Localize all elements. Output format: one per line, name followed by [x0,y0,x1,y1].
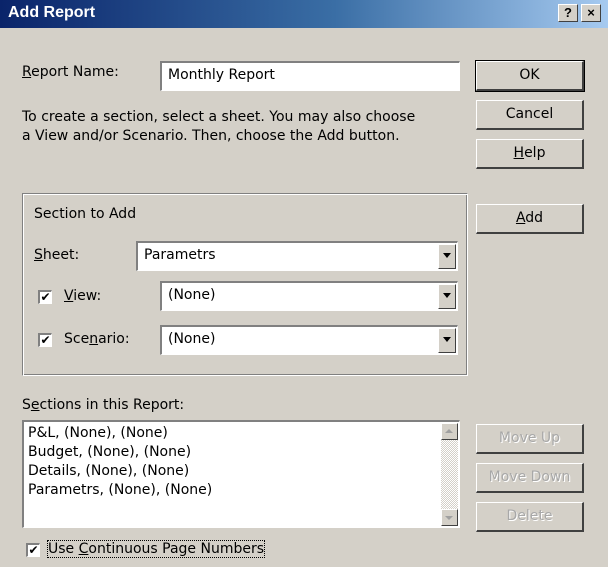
cancel-button[interactable]: Cancel [476,100,584,130]
list-item[interactable]: Details, (None), (None) [28,463,189,479]
add-button[interactable]: Add [476,204,584,234]
scenario-dropdown[interactable]: (None) [160,325,458,355]
window-title: Add Report [8,4,96,21]
sections-list-label: Sections in this Report: [22,397,185,413]
sheet-label: Sheet: [34,247,80,263]
move-down-button[interactable]: Move Down [476,463,584,493]
view-checkbox[interactable]: ✔ [38,290,52,304]
scenario-checkbox[interactable]: ✔ [38,333,52,347]
list-item[interactable]: P&L, (None), (None) [28,425,168,441]
help-title-button[interactable]: ? [558,4,578,22]
scenario-value: (None) [168,331,216,347]
report-name-input[interactable]: Monthly Report [160,61,460,91]
move-up-button[interactable]: Move Up [476,424,584,454]
view-dropdown[interactable]: (None) [160,281,458,311]
list-item[interactable]: Budget, (None), (None) [28,444,191,460]
report-name-label: Report Name: [22,64,119,80]
continuous-page-numbers-label[interactable]: Use Continuous Page Numbers [46,540,266,558]
chevron-down-icon[interactable] [438,284,456,309]
scroll-down-arrow-icon[interactable] [441,509,458,526]
sheet-value: Parametrs [144,247,216,263]
vertical-scrollbar[interactable] [441,423,458,526]
chevron-down-icon[interactable] [438,328,456,353]
sheet-dropdown[interactable]: Parametrs [136,241,458,271]
scenario-label: Scenario: [64,331,130,347]
instructions-line-2: a View and/or Scenario. Then, choose the… [22,128,400,144]
section-to-add-label: Section to Add [34,206,137,222]
list-item[interactable]: Parametrs, (None), (None) [28,482,212,498]
chevron-down-icon[interactable] [438,244,456,269]
close-title-button[interactable]: × [581,4,601,22]
scroll-up-arrow-icon[interactable] [441,423,458,440]
view-label: View: [64,288,102,304]
sections-listbox[interactable]: P&L, (None), (None) Budget, (None), (Non… [22,420,460,528]
continuous-page-numbers-checkbox[interactable]: ✔ [26,543,40,557]
ok-button[interactable]: OK [475,60,585,92]
view-value: (None) [168,287,216,303]
instructions-line-1: To create a section, select a sheet. You… [22,109,416,125]
delete-button[interactable]: Delete [476,502,584,532]
help-button[interactable]: Help [476,139,584,169]
